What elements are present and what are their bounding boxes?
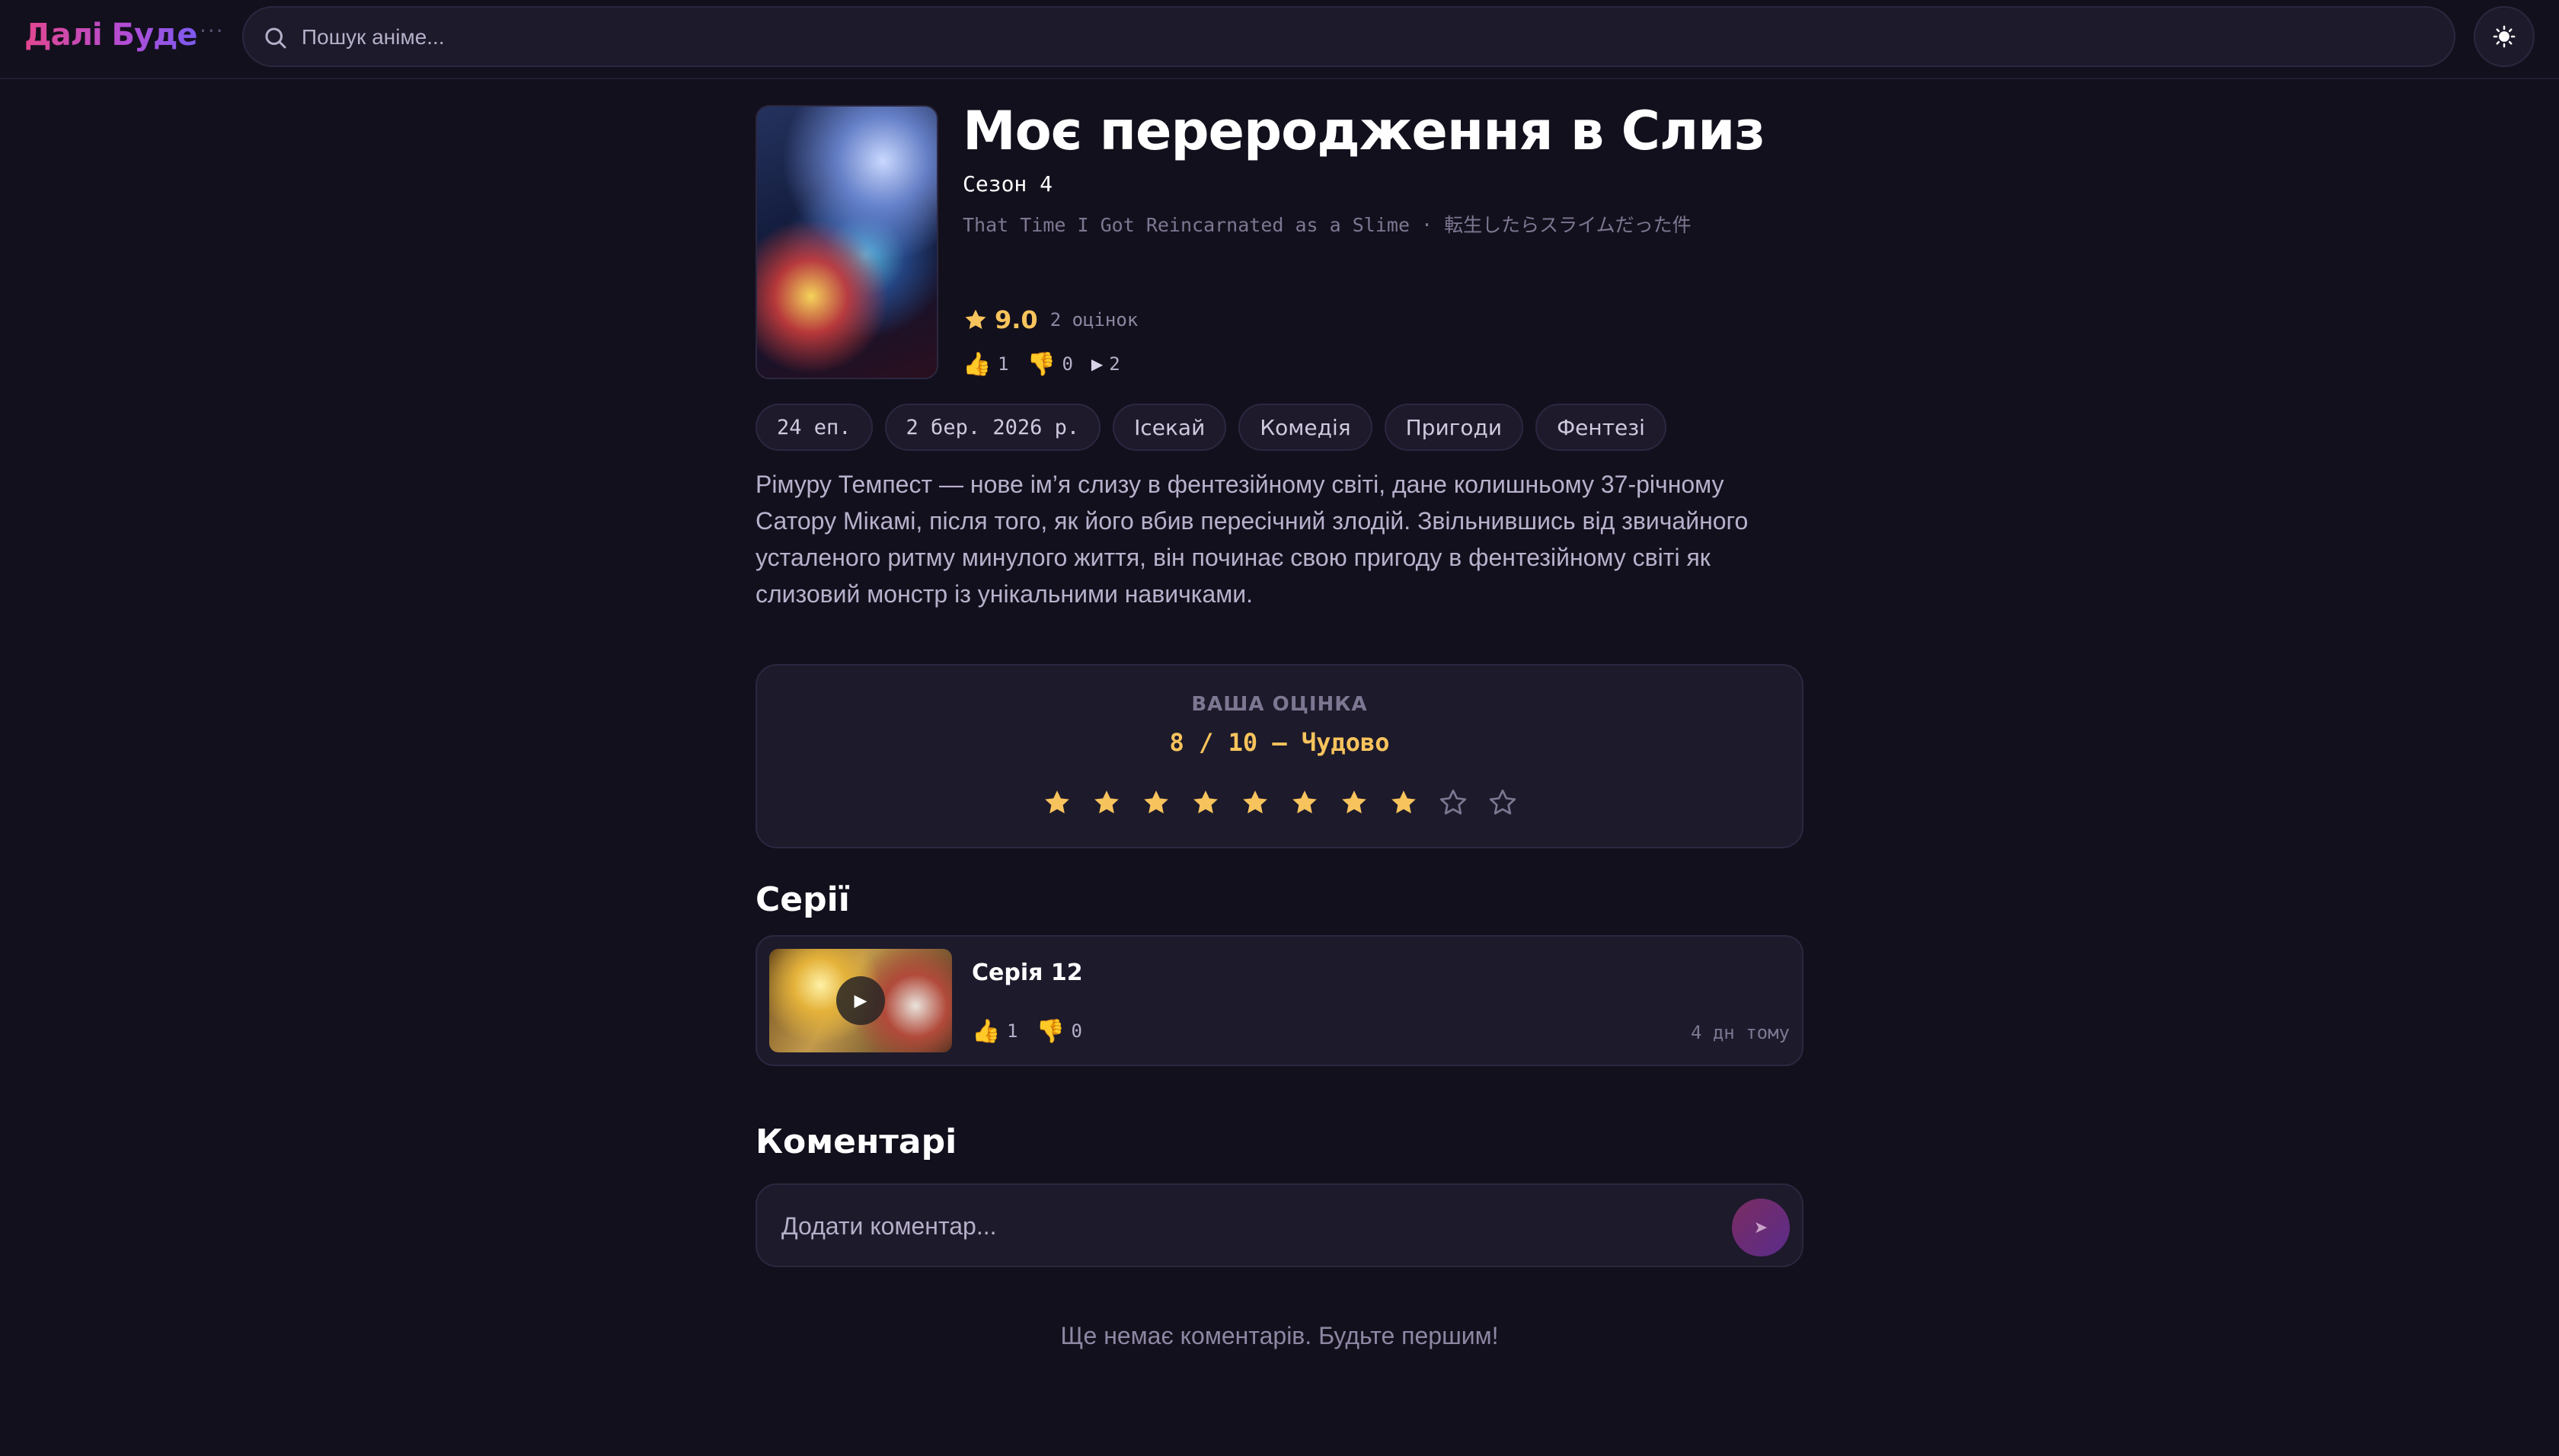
views-count: 2 bbox=[1109, 353, 1120, 375]
theme-toggle-button[interactable] bbox=[2474, 6, 2535, 67]
rating-star-1[interactable] bbox=[1032, 780, 1081, 825]
play-icon: ▶ bbox=[1091, 355, 1104, 373]
empty-comments-message: Ще немає коментарів. Будьте першим! bbox=[1060, 1322, 1499, 1349]
anime-alt-titles: That Time I Got Reincarnated as a Slime … bbox=[963, 214, 1692, 236]
search-bar[interactable] bbox=[242, 6, 2455, 67]
rating-value: 9.0 bbox=[995, 305, 1038, 334]
star-icon bbox=[965, 309, 986, 330]
anime-season: Сезон 4 bbox=[963, 171, 1053, 196]
your-rating-value: 8 / 10 — Чудово bbox=[1169, 728, 1390, 757]
logo-suffix: ··· bbox=[200, 18, 225, 43]
dislike-button[interactable]: 👎 0 bbox=[1027, 350, 1073, 378]
episode-like-button[interactable]: 👍 1 bbox=[972, 1018, 1018, 1045]
thumbs-up-icon: 👍 bbox=[972, 1017, 1001, 1045]
episode-card[interactable]: ▶ Серія 12 👍 1 👎 0 4 дн тому bbox=[756, 935, 1803, 1066]
episode-dislike-count: 0 bbox=[1071, 1020, 1082, 1042]
rating-star-9[interactable] bbox=[1428, 780, 1478, 825]
rating-star-6[interactable] bbox=[1280, 780, 1329, 825]
star-icon bbox=[1489, 789, 1516, 815]
episode-title[interactable]: Серія 12 bbox=[972, 959, 1083, 986]
comment-form: ➤ bbox=[756, 1183, 1803, 1267]
star-icon bbox=[1341, 790, 1366, 814]
tag-genre[interactable]: Пригоди bbox=[1384, 404, 1524, 451]
your-rating-card: ВАША ОЦІНКА 8 / 10 — Чудово bbox=[756, 664, 1803, 848]
send-button[interactable]: ➤ bbox=[1732, 1199, 1790, 1256]
your-rating-label: ВАША ОЦІНКА bbox=[1191, 693, 1368, 716]
anime-poster bbox=[756, 105, 938, 379]
star-icon bbox=[1242, 790, 1267, 814]
thumbs-down-icon: 👎 bbox=[1036, 1017, 1065, 1045]
tag-episodes: 24 еп. bbox=[756, 404, 873, 451]
star-icon bbox=[1292, 790, 1317, 814]
rating-stars bbox=[757, 780, 1802, 825]
rating-star-7[interactable] bbox=[1329, 780, 1379, 825]
episode-time-ago: 4 дн тому bbox=[1690, 1022, 1790, 1043]
rating-star-10[interactable] bbox=[1478, 780, 1527, 825]
episode-stats: 👍 1 👎 0 bbox=[972, 1016, 1101, 1046]
site-logo[interactable]: Далі Буде bbox=[24, 14, 198, 56]
anime-stats: 👍 1 👎 0 ▶ 2 bbox=[963, 347, 1139, 381]
sun-icon bbox=[2493, 25, 2516, 48]
episode-like-count: 1 bbox=[1007, 1020, 1018, 1042]
tag-date: 2 бер. 2026 р. bbox=[884, 404, 1101, 451]
rating-star-2[interactable] bbox=[1081, 780, 1131, 825]
comments-heading: Коментарі bbox=[756, 1122, 957, 1161]
rating-star-8[interactable] bbox=[1379, 780, 1428, 825]
like-count: 1 bbox=[998, 353, 1009, 375]
thumbs-up-icon: 👍 bbox=[963, 350, 992, 378]
thumbs-down-icon: 👎 bbox=[1027, 350, 1056, 378]
episode-thumbnail[interactable]: ▶ bbox=[769, 949, 952, 1052]
dislike-count: 0 bbox=[1062, 353, 1073, 375]
star-icon bbox=[1193, 790, 1218, 814]
star-icon bbox=[1094, 790, 1119, 814]
episode-dislike-button[interactable]: 👎 0 bbox=[1036, 1017, 1082, 1045]
rating-count: 2 оцінок bbox=[1049, 309, 1139, 330]
episodes-heading: Серії bbox=[756, 880, 850, 919]
anime-description: Рімуру Темпест — нове ім’я слизу в фенте… bbox=[756, 471, 1749, 608]
average-rating: 9.0 2 оцінок bbox=[963, 303, 1138, 337]
anime-title: Моє переродження в Слиз bbox=[963, 100, 1765, 162]
star-icon bbox=[1044, 790, 1069, 814]
tag-list: 24 еп. 2 бер. 2026 р. Ісекай Комедія При… bbox=[756, 404, 1679, 451]
search-input[interactable] bbox=[302, 18, 2434, 56]
comment-input[interactable] bbox=[781, 1206, 1711, 1246]
rating-star-5[interactable] bbox=[1230, 780, 1280, 825]
rating-star-4[interactable] bbox=[1180, 780, 1230, 825]
like-button[interactable]: 👍 1 bbox=[963, 351, 1008, 378]
send-icon: ➤ bbox=[1753, 1218, 1768, 1237]
search-icon bbox=[265, 27, 286, 49]
top-bar: Далі Буде ··· bbox=[0, 0, 2559, 79]
tag-genre[interactable]: Комедія bbox=[1238, 404, 1372, 451]
rating-star-3[interactable] bbox=[1131, 780, 1180, 825]
views-stat: ▶ 2 bbox=[1091, 353, 1120, 375]
star-icon bbox=[1143, 790, 1168, 814]
tag-genre[interactable]: Ісекай bbox=[1113, 404, 1227, 451]
star-icon bbox=[1439, 789, 1466, 815]
star-icon bbox=[1391, 790, 1416, 814]
tag-genre[interactable]: Фентезі bbox=[1535, 404, 1666, 451]
play-icon[interactable]: ▶ bbox=[836, 976, 885, 1025]
